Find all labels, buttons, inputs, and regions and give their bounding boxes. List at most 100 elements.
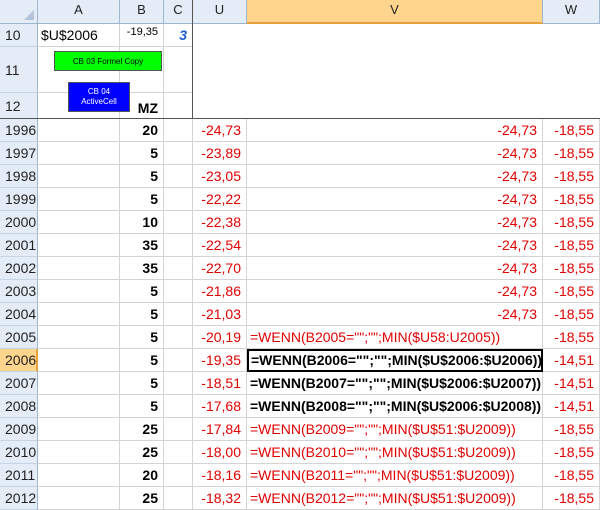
cell-w1997[interactable]: -18,55 bbox=[543, 142, 600, 165]
cell-a2007[interactable] bbox=[38, 372, 120, 395]
cell-a2004[interactable] bbox=[38, 303, 120, 326]
column-header-c[interactable]: C bbox=[164, 0, 193, 24]
column-header-v[interactable]: V bbox=[247, 0, 543, 24]
cell-u2000[interactable]: -22,38 bbox=[193, 211, 247, 234]
cell-c12[interactable] bbox=[164, 93, 193, 119]
cell-a2011[interactable] bbox=[38, 464, 120, 487]
cell-b2001[interactable]: 35 bbox=[120, 234, 164, 257]
cell-v2009[interactable]: =WENN(B2009="";"";MIN($U$51:$U2009)) bbox=[247, 418, 543, 441]
cell-b2002[interactable]: 35 bbox=[120, 257, 164, 280]
cell-c2003[interactable] bbox=[164, 280, 193, 303]
cell-v2001[interactable]: -24,73 bbox=[247, 234, 543, 257]
cell-b2006[interactable]: 5 bbox=[120, 349, 164, 372]
cell-c2008[interactable] bbox=[164, 395, 193, 418]
cb04-activecell-button[interactable]: CB 04 ActiveCell bbox=[68, 82, 130, 112]
cell-w2003[interactable]: -18,55 bbox=[543, 280, 600, 303]
row-header-1998[interactable]: 1998 bbox=[0, 165, 38, 188]
cell-b2012[interactable]: 25 bbox=[120, 487, 164, 510]
cell-c2001[interactable] bbox=[164, 234, 193, 257]
cell-v2003[interactable]: -24,73 bbox=[247, 280, 543, 303]
cell-b2007[interactable]: 5 bbox=[120, 372, 164, 395]
row-header-2012[interactable]: 2012 bbox=[0, 487, 38, 510]
cell-v2004[interactable]: -24,73 bbox=[247, 303, 543, 326]
cell-b10[interactable]: -19,35 bbox=[120, 24, 164, 47]
cell-c2000[interactable] bbox=[164, 211, 193, 234]
cell-w2004[interactable]: -18,55 bbox=[543, 303, 600, 326]
cell-u1996[interactable]: -24,73 bbox=[193, 119, 247, 142]
cell-w2001[interactable]: -18,55 bbox=[543, 234, 600, 257]
select-all-corner[interactable] bbox=[0, 0, 38, 24]
cell-a2003[interactable] bbox=[38, 280, 120, 303]
cell-b2008[interactable]: 5 bbox=[120, 395, 164, 418]
column-header-w[interactable]: W bbox=[543, 0, 600, 24]
cell-w1999[interactable]: -18,55 bbox=[543, 188, 600, 211]
row-header-2000[interactable]: 2000 bbox=[0, 211, 38, 234]
row-header-2003[interactable]: 2003 bbox=[0, 280, 38, 303]
row-header-2010[interactable]: 2010 bbox=[0, 441, 38, 464]
cell-v2002[interactable]: -24,73 bbox=[247, 257, 543, 280]
cell-a2008[interactable] bbox=[38, 395, 120, 418]
cell-w2009[interactable]: -18,55 bbox=[543, 418, 600, 441]
cell-v2010[interactable]: =WENN(B2010="";"";MIN($U$51:$U2009)) bbox=[247, 441, 543, 464]
cell-w2007[interactable]: -14,51 bbox=[543, 372, 600, 395]
cell-c2011[interactable] bbox=[164, 464, 193, 487]
cell-c2005[interactable] bbox=[164, 326, 193, 349]
cell-c2004[interactable] bbox=[164, 303, 193, 326]
cell-c1996[interactable] bbox=[164, 119, 193, 142]
cell-u1999[interactable]: -22,22 bbox=[193, 188, 247, 211]
cell-a2005[interactable] bbox=[38, 326, 120, 349]
cell-c2007[interactable] bbox=[164, 372, 193, 395]
cell-w2006[interactable]: -14,51 bbox=[543, 349, 600, 372]
cell-c11[interactable] bbox=[164, 47, 193, 93]
cell-w2008[interactable]: -14,51 bbox=[543, 395, 600, 418]
cell-u2002[interactable]: -22,70 bbox=[193, 257, 247, 280]
cell-u2012[interactable]: -18,32 bbox=[193, 487, 247, 510]
row-header-11[interactable]: 11 bbox=[0, 47, 38, 93]
cell-b2003[interactable]: 5 bbox=[120, 280, 164, 303]
cell-c2006[interactable] bbox=[164, 349, 193, 372]
cell-v2007[interactable]: =WENN(B2007="";"";MIN($U$2006:$U2007)) bbox=[247, 372, 543, 395]
cell-u2008[interactable]: -17,68 bbox=[193, 395, 247, 418]
row-header-2009[interactable]: 2009 bbox=[0, 418, 38, 441]
cell-v1997[interactable]: -24,73 bbox=[247, 142, 543, 165]
cb03-formel-copy-button[interactable]: CB 03 Formel Copy bbox=[54, 51, 162, 71]
cell-b2010[interactable]: 25 bbox=[120, 441, 164, 464]
cell-b2004[interactable]: 5 bbox=[120, 303, 164, 326]
row-header-2008[interactable]: 2008 bbox=[0, 395, 38, 418]
cell-u2007[interactable]: -18,51 bbox=[193, 372, 247, 395]
cell-c10[interactable]: 3 bbox=[164, 24, 193, 47]
column-header-b[interactable]: B bbox=[120, 0, 164, 24]
cell-a2001[interactable] bbox=[38, 234, 120, 257]
cell-b2000[interactable]: 10 bbox=[120, 211, 164, 234]
column-header-u[interactable]: U bbox=[193, 0, 247, 24]
cell-c2002[interactable] bbox=[164, 257, 193, 280]
row-header-10[interactable]: 10 bbox=[0, 24, 38, 47]
cell-v1998[interactable]: -24,73 bbox=[247, 165, 543, 188]
row-header-2011[interactable]: 2011 bbox=[0, 464, 38, 487]
cell-v2011[interactable]: =WENN(B2011="";"";MIN($U$51:$U2009)) bbox=[247, 464, 543, 487]
cell-u2001[interactable]: -22,54 bbox=[193, 234, 247, 257]
cell-u2009[interactable]: -17,84 bbox=[193, 418, 247, 441]
row-header-12[interactable]: 12 bbox=[0, 93, 38, 119]
cell-a2000[interactable] bbox=[38, 211, 120, 234]
cell-a2012[interactable] bbox=[38, 487, 120, 510]
cell-b1999[interactable]: 5 bbox=[120, 188, 164, 211]
row-header-1996[interactable]: 1996 bbox=[0, 119, 38, 142]
cell-b2009[interactable]: 25 bbox=[120, 418, 164, 441]
cell-b1997[interactable]: 5 bbox=[120, 142, 164, 165]
cell-v2000[interactable]: -24,73 bbox=[247, 211, 543, 234]
cell-c1997[interactable] bbox=[164, 142, 193, 165]
cell-w1998[interactable]: -18,55 bbox=[543, 165, 600, 188]
row-header-2005[interactable]: 2005 bbox=[0, 326, 38, 349]
cell-w2005[interactable]: -18,55 bbox=[543, 326, 600, 349]
cell-a1998[interactable] bbox=[38, 165, 120, 188]
cell-u2006[interactable]: -19,35 bbox=[193, 349, 247, 372]
cell-a1996[interactable] bbox=[38, 119, 120, 142]
cell-w2010[interactable]: -18,55 bbox=[543, 441, 600, 464]
cell-w2012[interactable]: -18,55 bbox=[543, 487, 600, 510]
cell-u1998[interactable]: -23,05 bbox=[193, 165, 247, 188]
cell-a1999[interactable] bbox=[38, 188, 120, 211]
cell-w2002[interactable]: -18,55 bbox=[543, 257, 600, 280]
cell-v2012[interactable]: =WENN(B2012="";"";MIN($U$51:$U2009)) bbox=[247, 487, 543, 510]
cell-a2006[interactable] bbox=[38, 349, 120, 372]
